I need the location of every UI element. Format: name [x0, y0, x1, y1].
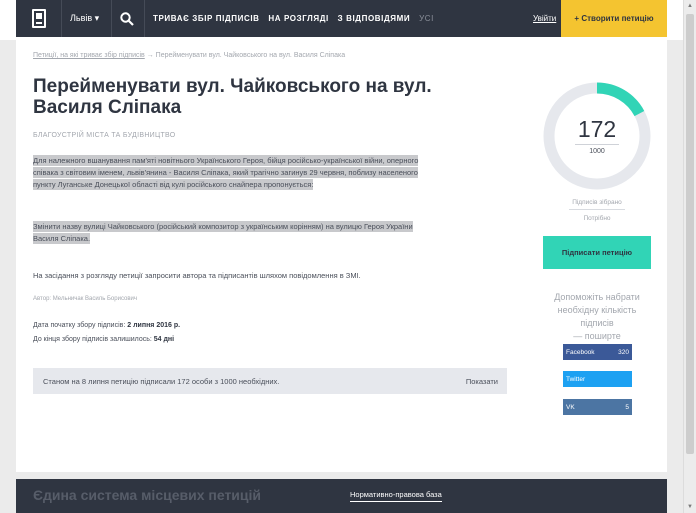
site-footer: Єдина система місцевих петицій Нормативн… — [16, 479, 667, 513]
signature-goal: 1000 — [589, 148, 605, 155]
nav-tab-all[interactable]: УСІ — [419, 14, 434, 23]
collected-label: Підписів зібрано — [572, 199, 622, 206]
petition-paragraph-3: На засідання з розгляду петиції запросит… — [33, 271, 361, 280]
petition-paragraph-2: Змінити назву вулиці Чайковського (росій… — [33, 221, 507, 245]
share-prompt-line: Допоможіть набрати — [554, 292, 640, 302]
divider — [61, 0, 62, 37]
share-prompt-line: — поширте — [573, 331, 621, 341]
share-prompt: Допоможіть набрати необхідну кількість п… — [541, 291, 653, 343]
site-logo-icon[interactable] — [32, 9, 46, 28]
nav-tab-under-review[interactable]: НА РОЗГЛЯДІ — [268, 14, 328, 23]
breadcrumb-separator: → — [144, 52, 156, 59]
divider — [575, 144, 619, 145]
share-prompt-line: необхідну кількість підписів — [557, 305, 637, 328]
days-remaining: До кінця збору підписів залишилось: 54 д… — [33, 336, 174, 343]
divider — [144, 0, 145, 37]
text-line: Василя Сліпака. — [33, 233, 91, 244]
signature-count: 172 — [577, 116, 617, 142]
share-name: Facebook — [566, 349, 595, 356]
nav-tab-answered[interactable]: З ВІДПОВІДЯМИ — [338, 14, 411, 23]
city-selector[interactable]: Львів ▾ — [70, 13, 99, 24]
nav-tab-collecting[interactable]: ТРИВАЄ ЗБІР ПІДПИСІВ — [153, 14, 260, 23]
share-count: 5 — [625, 404, 629, 411]
text-line: Змінити назву вулиці Чайковського (росій… — [33, 221, 413, 232]
sign-petition-button[interactable]: Підписати петицію — [543, 236, 651, 269]
share-name: Twitter — [566, 376, 586, 383]
scroll-down-icon[interactable]: ▼ — [684, 501, 696, 513]
days-remaining-label: До кінця збору підписів залишилось: — [33, 336, 154, 343]
footer-legal-link[interactable]: Нормативно-правова база — [350, 490, 442, 502]
days-remaining-value: 54 дні — [153, 336, 175, 343]
search-icon[interactable] — [120, 12, 134, 26]
text-line: Для належного вшанування пам'яті новітнь… — [33, 155, 419, 166]
petition-category: БЛАГОУСТРІЙ МІСТА ТА БУДІВНИЦТВО — [33, 132, 176, 139]
breadcrumb-parent-link[interactable]: Петиції, на які триває збір підписів — [33, 52, 145, 59]
site-header: Львів ▾ ТРИВАЄ ЗБІР ПІДПИСІВ НА РОЗГЛЯДІ… — [0, 0, 683, 40]
twitter-share-button[interactable]: Twitter — [563, 371, 632, 387]
start-date: Дата початку збору підписів: 2 липня 201… — [33, 322, 180, 329]
petition-author: Автор: Мельничак Василь Борисович — [33, 296, 138, 302]
main-nav: ТРИВАЄ ЗБІР ПІДПИСІВ НА РОЗГЛЯДІ З ВІДПО… — [153, 14, 440, 23]
status-text: Станом на 8 липня петицію підписали 172 … — [43, 377, 280, 386]
login-link[interactable]: Увійти — [533, 14, 556, 23]
share-name: VK — [566, 404, 575, 411]
divider — [569, 209, 625, 210]
show-signers-link[interactable]: Показати — [466, 377, 498, 386]
facebook-share-button[interactable]: Facebook 320 — [563, 344, 632, 360]
top-navbar: Львів ▾ ТРИВАЄ ЗБІР ПІДПИСІВ НА РОЗГЛЯДІ… — [16, 0, 667, 37]
vk-share-button[interactable]: VK 5 — [563, 399, 632, 415]
footer-title: Єдина система місцевих петицій — [33, 487, 262, 503]
breadcrumb-current: Перейменувати вул. Чайковського на вул. … — [155, 52, 346, 59]
divider — [111, 0, 112, 37]
status-bar: Станом на 8 липня петицію підписали 172 … — [33, 368, 507, 394]
needed-label: Потрібно — [583, 215, 611, 222]
page-title: Перейменувати вул. Чайковського на вул. … — [33, 76, 432, 118]
start-date-value: 2 липня 2016 р. — [127, 322, 181, 329]
start-date-label: Дата початку збору підписів: — [33, 322, 128, 329]
text-line: пункту Луганське Донецької області від к… — [33, 179, 314, 190]
petition-card: Петиції, на які триває збір підписів → П… — [16, 40, 667, 472]
scroll-up-icon[interactable]: ▲ — [684, 0, 696, 12]
petition-paragraph-1: Для належного вшанування пам'яті новітнь… — [33, 155, 507, 191]
share-count: 320 — [618, 349, 629, 356]
text-line: співака з світовим іменем, львів'янина -… — [33, 167, 418, 178]
scrollbar-thumb[interactable] — [686, 14, 694, 454]
create-petition-button[interactable]: + Створити петицію — [561, 0, 667, 37]
breadcrumb: Петиції, на які триває збір підписів → П… — [33, 52, 345, 59]
vertical-scrollbar[interactable]: ▲ ▼ — [683, 0, 696, 513]
